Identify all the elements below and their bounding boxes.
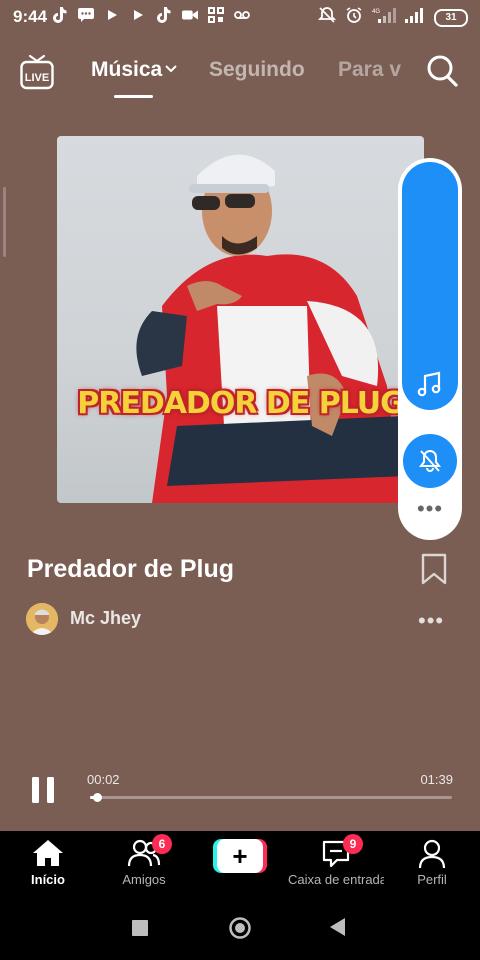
system-status-icons: 4G 31 bbox=[317, 6, 468, 29]
pause-icon bbox=[32, 777, 54, 803]
current-time: 00:02 bbox=[87, 772, 120, 787]
home-icon bbox=[33, 840, 63, 866]
bookmark-icon[interactable] bbox=[421, 553, 447, 590]
nav-profile[interactable]: Perfil bbox=[384, 831, 480, 896]
status-time: 9:44 bbox=[13, 7, 48, 26]
status-bar: 9:44 4G 31 bbox=[0, 0, 480, 34]
nav-friends[interactable]: 6 Amigos bbox=[96, 831, 192, 896]
notification-bell-button[interactable] bbox=[403, 434, 457, 488]
nav-inbox[interactable]: 9 Caixa de entrada bbox=[288, 831, 384, 896]
message-notification-icon bbox=[78, 7, 94, 23]
signal-icon-2 bbox=[405, 7, 425, 28]
live-button[interactable]: LIVE bbox=[20, 54, 54, 95]
side-action-pill: ••• bbox=[398, 158, 462, 540]
album-cover-text: PREDADOR DE PLUG bbox=[77, 386, 405, 421]
total-time: 01:39 bbox=[420, 772, 453, 787]
notifications-off-icon bbox=[317, 6, 337, 29]
progress-handle[interactable] bbox=[93, 793, 103, 802]
voicemail-icon bbox=[234, 7, 250, 23]
play-notification-icon-2 bbox=[130, 7, 146, 23]
plus-icon: + bbox=[217, 839, 263, 873]
tiktok-notification-icon-2 bbox=[156, 7, 172, 23]
tab-music[interactable]: Música bbox=[91, 58, 177, 82]
profile-icon bbox=[418, 839, 446, 869]
play-notification-icon bbox=[104, 7, 120, 23]
nav-home[interactable]: Início bbox=[0, 831, 96, 896]
pill-more-options-button[interactable]: ••• bbox=[398, 498, 462, 520]
music-note-icon[interactable] bbox=[415, 370, 445, 405]
inbox-badge: 9 bbox=[343, 834, 363, 854]
back-icon[interactable] bbox=[330, 918, 346, 941]
song-title: Predador de Plug bbox=[27, 555, 234, 583]
nav-profile-label: Perfil bbox=[417, 872, 447, 887]
signal-icon: 4G bbox=[372, 7, 396, 28]
artist-avatar[interactable] bbox=[26, 603, 58, 635]
alarm-icon bbox=[345, 6, 363, 29]
home-circle-icon[interactable] bbox=[228, 916, 252, 945]
search-icon[interactable] bbox=[426, 54, 458, 93]
tab-following[interactable]: Seguindo bbox=[209, 58, 305, 82]
top-nav: LIVE Música Seguindo Para v bbox=[0, 48, 480, 100]
tab-for-you[interactable]: Para v bbox=[338, 58, 401, 82]
pause-button[interactable] bbox=[31, 776, 55, 809]
album-cover[interactable]: PREDADOR DE PLUG bbox=[57, 136, 424, 503]
more-options-button[interactable]: ••• bbox=[418, 608, 444, 634]
video-camera-icon bbox=[182, 7, 198, 23]
progress-bar[interactable] bbox=[90, 793, 452, 802]
nav-inbox-label: Caixa de entrada bbox=[288, 872, 384, 887]
recent-apps-icon[interactable] bbox=[132, 920, 148, 941]
side-drawer-handle[interactable] bbox=[3, 187, 6, 257]
svg-text:LIVE: LIVE bbox=[25, 72, 49, 84]
nav-friends-label: Amigos bbox=[122, 872, 166, 887]
album-artwork bbox=[136, 154, 407, 503]
tab-music-label: Música bbox=[91, 58, 163, 81]
tiktok-notification-icon bbox=[52, 7, 68, 23]
battery-indicator: 31 bbox=[434, 8, 468, 27]
artist-name[interactable]: Mc Jhey bbox=[70, 608, 141, 629]
notification-icons bbox=[52, 7, 250, 23]
nav-home-label: Início bbox=[31, 872, 65, 887]
bottom-nav: Início 6 Amigos + 9 Caixa de entrada Per… bbox=[0, 831, 480, 896]
chevron-down-icon bbox=[165, 65, 177, 73]
create-button[interactable]: + bbox=[213, 839, 267, 873]
active-tab-indicator bbox=[114, 95, 153, 98]
bell-off-icon bbox=[419, 449, 441, 472]
qr-code-icon bbox=[208, 7, 224, 23]
friends-badge: 6 bbox=[152, 834, 172, 854]
svg-text:4G: 4G bbox=[372, 9, 380, 15]
system-nav-bar bbox=[0, 896, 480, 960]
